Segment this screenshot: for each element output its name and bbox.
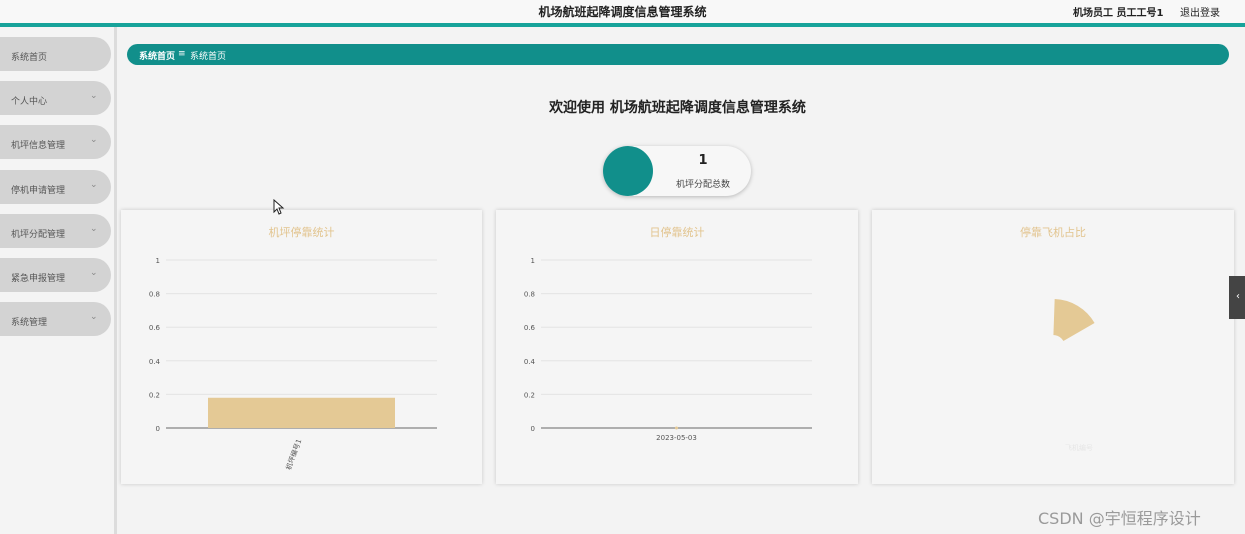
chevron-down-icon: ⌄ — [90, 312, 98, 322]
y-tick-label: 0.8 — [149, 291, 160, 299]
pie-slice-label: 飞机编号 — [1065, 443, 1093, 452]
breadcrumb-home[interactable]: 系统首页 — [139, 49, 175, 62]
daily-line-chart: 0 0.2 0.4 0.6 0.8 1 2023-05-03 — [524, 257, 812, 442]
sidebar-item-apron-allocation[interactable]: 机坪分配管理 ⌄ — [0, 214, 111, 248]
sidebar-item-label: 机坪分配管理 — [11, 230, 66, 240]
sidebar-item-label: 紧急申报管理 — [11, 274, 66, 284]
watermark: CSDN @宇恒程序设计 — [1038, 509, 1201, 528]
sidebar-item-system[interactable]: 系统管理 ⌄ — [0, 302, 111, 336]
y-tick-label: 0 — [156, 425, 160, 433]
logout-link[interactable]: 退出登录 — [1180, 4, 1220, 19]
sidebar-item-emergency-report[interactable]: 紧急申报管理 ⌄ — [0, 258, 111, 292]
apron-bar-chart: 0 0.2 0.4 0.6 0.8 1 机坪编号1 — [149, 257, 437, 472]
x-tick-label: 2023-05-03 — [656, 434, 697, 442]
panel-daily-stats: 日停靠统计 0 0.2 0.4 0.6 0.8 1 2023-05-03 — [496, 210, 858, 484]
breadcrumb-current: 系统首页 — [190, 52, 227, 62]
bar — [208, 397, 395, 428]
breadcrumb: 系统首页 ≡ 系统首页 — [127, 44, 1229, 65]
sidebar-item-label: 系统管理 — [11, 318, 48, 328]
stat-value: 1 — [698, 153, 708, 168]
collapse-tab[interactable]: ‹ — [1229, 276, 1245, 319]
breadcrumb-separator: ≡ — [178, 49, 186, 59]
panel-aircraft-ratio: 停靠飞机占比 飞机编号 — [872, 210, 1234, 484]
chevron-left-icon: ‹ — [1236, 291, 1240, 302]
app-title: 机场航班起降调度信息管理系统 — [538, 5, 707, 19]
y-tick-label: 0.2 — [149, 391, 160, 399]
stat-card-apron-allocation: 1 机坪分配总数 — [603, 146, 751, 196]
y-tick-label: 0.6 — [524, 324, 536, 332]
panel-apron-stats: 机坪停靠统计 0 0.2 0.4 0.6 0.8 1 机坪编号1 — [121, 210, 482, 484]
chevron-down-icon: ⌄ — [90, 135, 98, 145]
sidebar-item-label: 停机申请管理 — [11, 186, 66, 196]
y-tick-label: 0.6 — [149, 324, 161, 332]
mouse-cursor-icon — [273, 199, 285, 215]
sidebar-item-label: 机坪信息管理 — [11, 141, 66, 151]
y-tick-label: 1 — [531, 257, 535, 265]
y-tick-label: 0.2 — [524, 391, 535, 399]
y-tick-label: 0.8 — [524, 291, 535, 299]
y-tick-label: 0.4 — [524, 358, 536, 366]
sidebar-item-label: 系统首页 — [11, 53, 48, 63]
sidebar-item-parking-request[interactable]: 停机申请管理 ⌄ — [0, 170, 111, 204]
y-tick-label: 0 — [531, 425, 535, 433]
sidebar-item-apron-info[interactable]: 机坪信息管理 ⌄ — [0, 125, 111, 159]
data-point — [675, 426, 678, 430]
y-tick-label: 0.4 — [149, 358, 161, 366]
y-tick-label: 1 — [156, 257, 160, 265]
chevron-down-icon: ⌄ — [90, 180, 98, 190]
welcome-title: 欢迎使用 机场航班起降调度信息管理系统 — [549, 100, 806, 116]
stat-label: 机坪分配总数 — [675, 180, 730, 190]
user-info: 机场员工 员工工号1 — [1073, 8, 1164, 19]
stat-circle-icon — [603, 146, 653, 196]
chevron-down-icon: ⌄ — [90, 224, 98, 234]
x-tick-label: 机坪编号1 — [284, 438, 304, 472]
chevron-down-icon: ⌄ — [90, 268, 98, 278]
sidebar-item-home[interactable]: 系统首页 — [0, 37, 111, 71]
top-header: 机场航班起降调度信息管理系统 机场员工 员工工号1 退出登录 — [0, 0, 1245, 27]
pie-center-mask — [1041, 335, 1065, 359]
aircraft-pie-chart: 飞机编号 — [1041, 299, 1095, 452]
